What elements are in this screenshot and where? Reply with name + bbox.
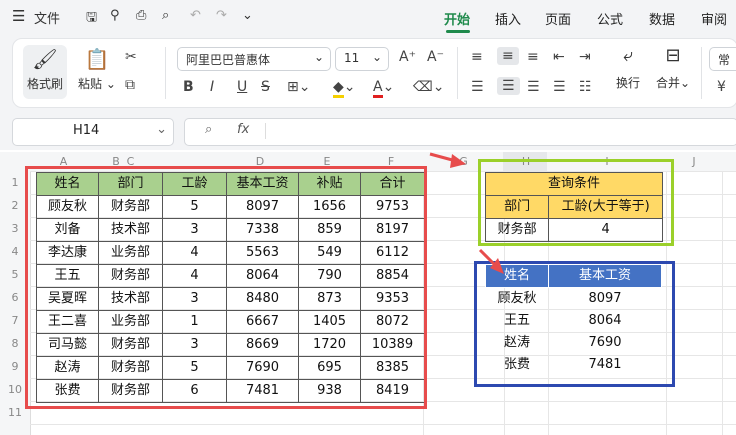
chevron-down-icon: ⌄	[313, 50, 324, 64]
font-color-icon[interactable]: A⌄	[373, 79, 394, 98]
cut-icon[interactable]: ✂	[125, 49, 137, 65]
align-right-icon[interactable]: ☰	[527, 79, 540, 95]
cell-reference: H14	[73, 123, 100, 138]
font-name-select[interactable]: 阿里巴巴普惠体 ⌄	[177, 47, 331, 71]
merge-button[interactable]: ⊟ 合并⌄	[651, 45, 695, 99]
tab-review[interactable]: 审阅	[701, 9, 727, 28]
currency-icon[interactable]: ¥	[717, 79, 726, 95]
align-center-icon[interactable]: ☰	[497, 77, 520, 95]
menu-icon[interactable]: ☰	[12, 7, 25, 25]
formula-input[interactable]: ⌕ fx	[184, 118, 736, 146]
indent-decrease-icon[interactable]: ⇤	[553, 49, 565, 65]
chevron-down-icon: ⌄	[371, 50, 382, 64]
tab-data[interactable]: 数据	[649, 9, 675, 28]
zoom-icon[interactable]: ⌕	[205, 122, 212, 137]
font-shrink-icon[interactable]: A⁻	[427, 49, 444, 65]
arrow-to-criteria	[429, 152, 466, 168]
wrap-label: 换行	[615, 76, 640, 90]
tab-formula[interactable]: 公式	[597, 9, 623, 28]
file-menu[interactable]: 文件	[34, 8, 60, 27]
share-icon[interactable]: ⚲	[110, 8, 120, 23]
redo-icon[interactable]: ↷	[216, 8, 227, 23]
eraser-icon[interactable]: ⌫⌄	[413, 79, 445, 95]
border-icon[interactable]: ⊞⌄	[287, 79, 310, 95]
tab-page[interactable]: 页面	[545, 9, 571, 28]
name-box[interactable]: H14 ⌄	[12, 118, 174, 146]
wrap-icon: ⤶	[622, 45, 634, 66]
justify-icon[interactable]: ☰	[553, 79, 566, 95]
format-painter-button[interactable]: 🖌 格式刷	[23, 45, 67, 99]
chevron-down-icon[interactable]: ⌄	[242, 8, 253, 23]
title-bar: ☰ 文件 🖫 ⚲ ⎙ ⌕ ↶ ↷ ⌄ 开始 插入 页面 公式 数据 审阅	[0, 0, 736, 34]
paste-label: 粘贴 ⌄	[78, 77, 116, 91]
column-header-j[interactable]: J	[666, 153, 722, 171]
italic-icon[interactable]: I	[210, 79, 214, 95]
format-painter-label: 格式刷	[26, 77, 63, 91]
align-bottom-icon[interactable]: ≡	[527, 49, 539, 65]
print-icon[interactable]: ⎙	[136, 8, 146, 23]
fill-color-icon[interactable]: ◆⌄	[333, 79, 356, 98]
separator	[457, 47, 458, 99]
chevron-down-icon[interactable]: ⌄	[156, 122, 167, 137]
number-format-select[interactable]: 常	[709, 47, 736, 71]
fx-icon[interactable]: fx	[237, 122, 249, 137]
ribbon: 🖌 格式刷 📋 粘贴 ⌄ ✂ ⧉ 阿里巴巴普惠体 ⌄ 11 ⌄ A⁺ A⁻ B …	[12, 38, 736, 108]
paste-button[interactable]: 📋 粘贴 ⌄	[75, 45, 119, 99]
distribute-icon[interactable]: ☷	[579, 79, 592, 95]
align-left-icon[interactable]: ☰	[471, 79, 484, 95]
tab-insert[interactable]: 插入	[495, 9, 521, 28]
wrap-text-button[interactable]: ⤶ 换行	[611, 45, 645, 99]
separator	[265, 123, 266, 139]
strikethrough-icon[interactable]: S	[261, 79, 270, 95]
row-gridline	[30, 424, 736, 425]
align-top-icon[interactable]: ≡	[471, 49, 483, 65]
result-highlight	[474, 261, 675, 387]
merge-label: 合并⌄	[655, 76, 691, 90]
arrows-overlay	[429, 152, 504, 274]
active-tab-indicator	[446, 30, 470, 33]
merge-icon: ⊟	[665, 45, 681, 66]
separator	[165, 47, 166, 99]
clipboard-icon: 📋	[84, 47, 110, 71]
brush-icon: 🖌	[32, 47, 58, 71]
print-preview-icon[interactable]: ⌕	[162, 8, 169, 23]
tab-home[interactable]: 开始	[444, 9, 470, 28]
undo-icon[interactable]: ↶	[190, 8, 201, 23]
font-size-select[interactable]: 11 ⌄	[335, 47, 389, 71]
copy-icon[interactable]: ⧉	[125, 77, 135, 93]
source-data-highlight	[25, 166, 427, 409]
separator	[701, 47, 702, 99]
save-icon[interactable]: 🖫	[86, 8, 97, 30]
column-gridline	[722, 171, 723, 435]
align-middle-icon[interactable]: ≡	[497, 47, 519, 65]
underline-icon[interactable]: U	[237, 79, 247, 95]
indent-increase-icon[interactable]: ⇥	[579, 49, 591, 65]
arrow-to-result	[478, 248, 504, 274]
bold-icon[interactable]: B	[183, 79, 194, 95]
font-grow-icon[interactable]: A⁺	[399, 49, 416, 65]
